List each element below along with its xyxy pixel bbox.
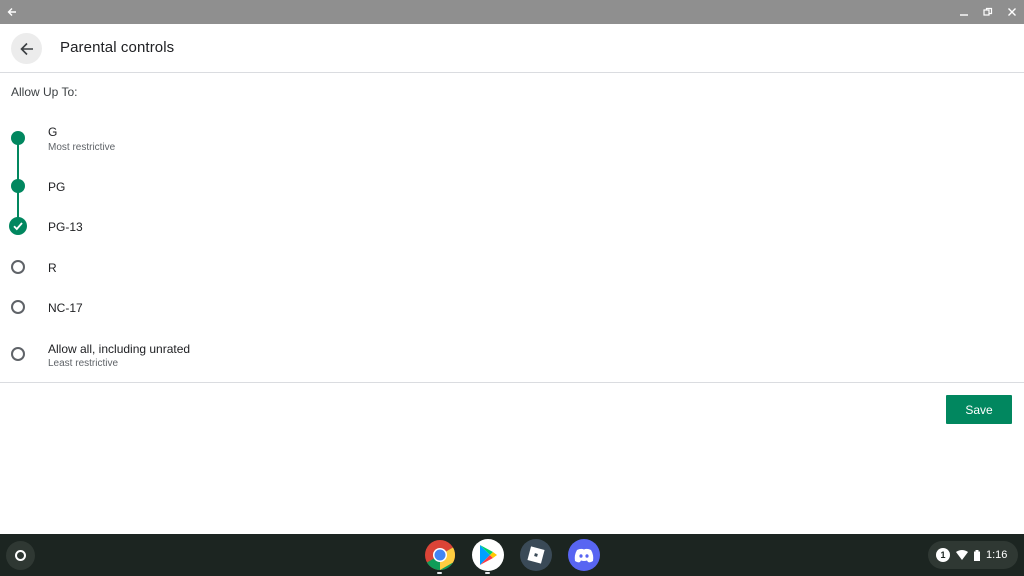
caption-back-icon[interactable] [0,0,24,24]
radio-empty-icon [11,347,25,361]
rating-label: PG-13 [48,220,83,234]
running-indicator [437,572,442,574]
rating-option-g[interactable]: G Most restrictive [0,120,1024,160]
chrome-icon[interactable] [424,539,456,571]
rating-sublabel: Least restrictive [48,358,119,369]
close-icon[interactable] [1000,0,1024,24]
status-tray[interactable]: 1 1:16 [928,541,1018,569]
rating-label: PG [48,180,66,194]
back-button[interactable] [11,33,42,64]
rating-option-pg13[interactable]: PG-13 [0,210,1024,242]
rating-label: Allow all, including unrated [48,342,191,356]
check-circle-icon [9,217,27,235]
app-header: Parental controls [0,24,1024,73]
section-label: Allow Up To: [11,85,78,99]
roblox-icon[interactable] [520,539,552,571]
save-button[interactable]: Save [946,395,1012,424]
rating-option-pg[interactable]: PG [0,170,1024,202]
launcher-circle-icon [15,550,26,561]
rating-label: G [48,125,58,139]
rating-sublabel: Most restrictive [48,142,116,153]
allowed-dot-icon [11,179,25,193]
window-caption-bar [0,0,1024,24]
page-title: Parental controls [60,39,175,56]
rating-option-allow-all[interactable]: Allow all, including unrated Least restr… [0,334,1024,376]
radio-empty-icon [11,300,25,314]
divider [0,382,1024,383]
minimize-icon[interactable] [952,0,976,24]
rating-option-nc17[interactable]: NC-17 [0,291,1024,323]
rating-label: NC-17 [48,301,83,315]
arrow-left-icon [19,42,33,55]
notification-count-badge: 1 [936,548,950,562]
rating-label: R [48,261,57,275]
restore-icon[interactable] [976,0,1000,24]
play-store-icon[interactable] [472,539,504,571]
shelf: 1 1:16 [0,534,1024,576]
launcher-button[interactable] [6,541,35,570]
wifi-icon [956,550,968,560]
radio-empty-icon [11,260,25,274]
discord-icon[interactable] [568,539,600,571]
clock-time: 1:16 [986,549,1008,561]
allowed-dot-icon [11,131,25,145]
battery-icon [974,549,980,561]
rating-option-r[interactable]: R [0,251,1024,283]
running-indicator [485,572,490,574]
